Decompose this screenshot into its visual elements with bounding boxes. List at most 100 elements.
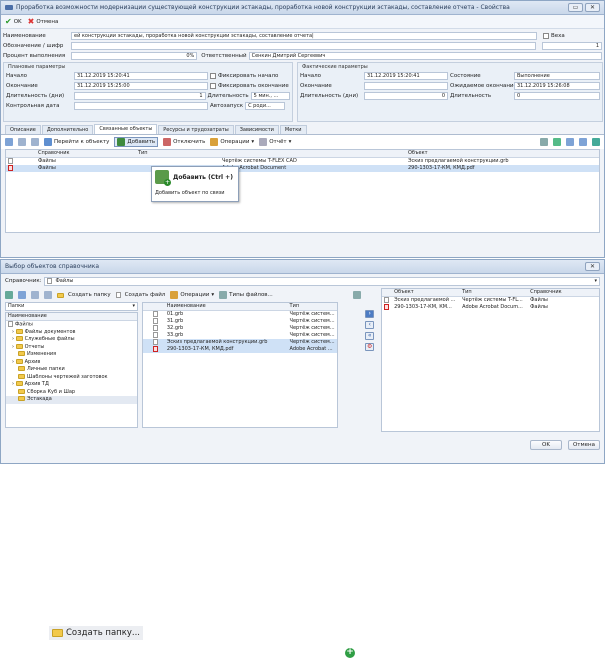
list-icon[interactable] <box>18 138 26 146</box>
tree-item-service[interactable]: › Служебные файлы <box>6 336 137 344</box>
col-type[interactable]: Тип <box>460 289 528 296</box>
move-left-button[interactable]: ‹ <box>365 321 375 329</box>
state-field[interactable]: Выполнение <box>514 72 600 80</box>
goto-object-button[interactable]: Перейти к объекту <box>44 138 109 146</box>
edit-icon[interactable] <box>5 138 13 146</box>
list-item[interactable]: 01.grb Чертёж систем... <box>143 311 337 318</box>
list-icon[interactable] <box>31 291 39 299</box>
planned-duration2-field[interactable]: 5 мин., ... <box>250 92 290 100</box>
tree-item-personal[interactable]: Личные папки <box>6 366 137 374</box>
actual-duration2-label: Длительность <box>450 93 492 99</box>
tree-item-assembly[interactable]: Сборка Куб и Шар <box>6 388 137 397</box>
fix-end-checkbox[interactable] <box>210 83 216 89</box>
cancel-button[interactable]: ✖ Отмена <box>28 17 59 26</box>
filter-icon[interactable] <box>553 138 561 146</box>
tree-item-changes[interactable]: Изменения <box>6 351 137 359</box>
add-link-icon <box>117 138 126 146</box>
tab-linked-objects[interactable]: Связанные объекты <box>94 124 158 134</box>
restore-button[interactable]: ▭ <box>568 3 583 12</box>
cancel-button[interactable]: Отмена <box>567 440 600 450</box>
col-object[interactable]: Объект <box>392 289 460 296</box>
tree-item-archive-td[interactable]: › Архив ТД <box>6 381 137 389</box>
tree-item-archive[interactable]: › Архив <box>6 358 137 367</box>
list-item[interactable]: 33.grb Чертёж систем... <box>143 332 337 339</box>
fix-start-checkbox[interactable] <box>210 73 216 79</box>
view-icon[interactable] <box>540 138 548 146</box>
actual-end-field[interactable] <box>364 82 448 90</box>
tab-description[interactable]: Описание <box>5 125 41 134</box>
code-field[interactable] <box>71 42 537 50</box>
col-type[interactable]: Тип <box>288 303 337 310</box>
operations-menu[interactable]: Операции ▾ <box>170 291 214 299</box>
code-number-field[interactable]: 1 <box>542 42 602 50</box>
col-reference[interactable]: Справочник <box>36 150 136 157</box>
ok-button[interactable]: OK <box>529 440 562 450</box>
list-item[interactable]: 32.grb Чертёж систем... <box>143 325 337 332</box>
move-right-button[interactable]: › <box>365 310 375 318</box>
file-types-button[interactable]: Типы файлов... <box>219 291 273 299</box>
disconnect-button[interactable]: Отключить <box>163 138 205 146</box>
actual-start-field[interactable]: 31.12.2019 15:20:41 <box>364 72 448 80</box>
close-button[interactable]: ✕ <box>585 262 600 271</box>
create-folder-button[interactable]: Создать папку <box>57 292 111 298</box>
edit-icon[interactable] <box>18 291 26 299</box>
ok-button[interactable]: ✔ OK <box>5 17 22 26</box>
reference-select[interactable]: Файлы ▾ <box>43 276 600 286</box>
row-ref: Файлы <box>38 165 56 171</box>
col-reference[interactable]: Справочник <box>528 289 598 296</box>
folders-select[interactable]: Папки ▾ <box>5 302 138 311</box>
tree-item-files[interactable]: Файлы <box>6 321 137 329</box>
settings-button[interactable]: ⚙ <box>365 343 375 351</box>
table-row[interactable]: Файлы Чертёж системы T-FLEX CAD Эскиз пр… <box>6 158 599 165</box>
autostart-field[interactable]: С роди... <box>245 102 286 110</box>
list-item[interactable]: Эскиз предлагаемой конструкции.grb Чертёж… <box>143 339 337 346</box>
nav-icon[interactable] <box>5 291 13 299</box>
percent-field[interactable]: 0% <box>71 52 198 60</box>
create-file-button[interactable]: Создать файл <box>115 292 165 298</box>
list-item[interactable]: Эскиз предлагаемой ... Чертёж системы T-F… <box>382 297 599 304</box>
window-titlebar[interactable]: Проработка возможности модернизации суще… <box>1 1 604 15</box>
col-type[interactable]: Тип <box>136 150 406 157</box>
operations-menu[interactable]: Операции ▾ <box>210 138 254 146</box>
tab-labels[interactable]: Метки <box>279 125 307 134</box>
save-icon[interactable] <box>44 291 52 299</box>
responsible-field[interactable]: Сенкин Дмитрий Сергеевич <box>248 52 602 60</box>
planned-start-field[interactable]: 31.12.2019 15:20:41 <box>74 72 208 80</box>
col-name[interactable]: Наименование <box>165 303 288 310</box>
tree-item-estakada[interactable]: Эстакада <box>6 396 137 404</box>
actual-duration-field[interactable]: 0 <box>364 92 448 100</box>
view-icon[interactable] <box>353 291 362 299</box>
report-menu[interactable]: Отчёт ▾ <box>259 138 291 146</box>
close-button[interactable]: ✕ <box>585 3 600 12</box>
save-icon[interactable] <box>31 138 39 146</box>
add-button[interactable]: Добавить <box>114 137 159 147</box>
list-item[interactable]: 290-1303-17-КМ, КМ... Adobe Acrobat Docum… <box>382 304 599 311</box>
actual-duration2-field[interactable]: 0 <box>514 92 600 100</box>
zoom-create-folder-button[interactable]: Создать папку... <box>49 626 143 640</box>
move-all-left-button[interactable]: « <box>365 332 375 340</box>
name-field[interactable]: ей конструкции эстакады, проработка ново… <box>71 32 537 40</box>
table-row[interactable]: Файлы Adobe Acrobat Document 290-1303-17… <box>6 165 599 172</box>
planned-end-field[interactable]: 31.12.2019 15:25:00 <box>74 82 208 90</box>
tab-resources[interactable]: Ресурсы и трудозатраты <box>158 125 234 134</box>
tab-dependencies[interactable]: Зависимости <box>234 125 279 134</box>
veha-checkbox[interactable] <box>543 33 549 39</box>
refresh-icon[interactable] <box>592 138 600 146</box>
col-object[interactable]: Объект <box>406 150 596 157</box>
folder-icon <box>15 343 23 349</box>
tree-item-reports[interactable]: › Отчеты <box>6 343 137 352</box>
planned-duration-field[interactable]: 1 <box>74 92 206 100</box>
list-item[interactable]: 31.grb Чертёж систем... <box>143 318 337 325</box>
layout-icon[interactable] <box>579 138 587 146</box>
window-titlebar[interactable]: Выбор объектов справочника ✕ <box>1 260 604 274</box>
tab-additional[interactable]: Дополнительно <box>41 125 94 134</box>
file-icon <box>153 311 158 317</box>
control-date-field[interactable] <box>74 102 208 110</box>
expected-end-field[interactable]: 31.12.2019 15:26:08 <box>514 82 600 90</box>
tree-item-doc-files[interactable]: › Файлы документов <box>6 328 137 337</box>
list-item[interactable]: 290-1303-17-КМ, КМД.pdf Adobe Acrobat ... <box>143 346 337 353</box>
columns-icon[interactable] <box>566 138 574 146</box>
expected-end-label: Ожидаемое окончание <box>450 83 517 89</box>
tree-item-templates[interactable]: Шаблоны чертежей заготовок <box>6 373 137 382</box>
folder-icon <box>18 396 25 401</box>
